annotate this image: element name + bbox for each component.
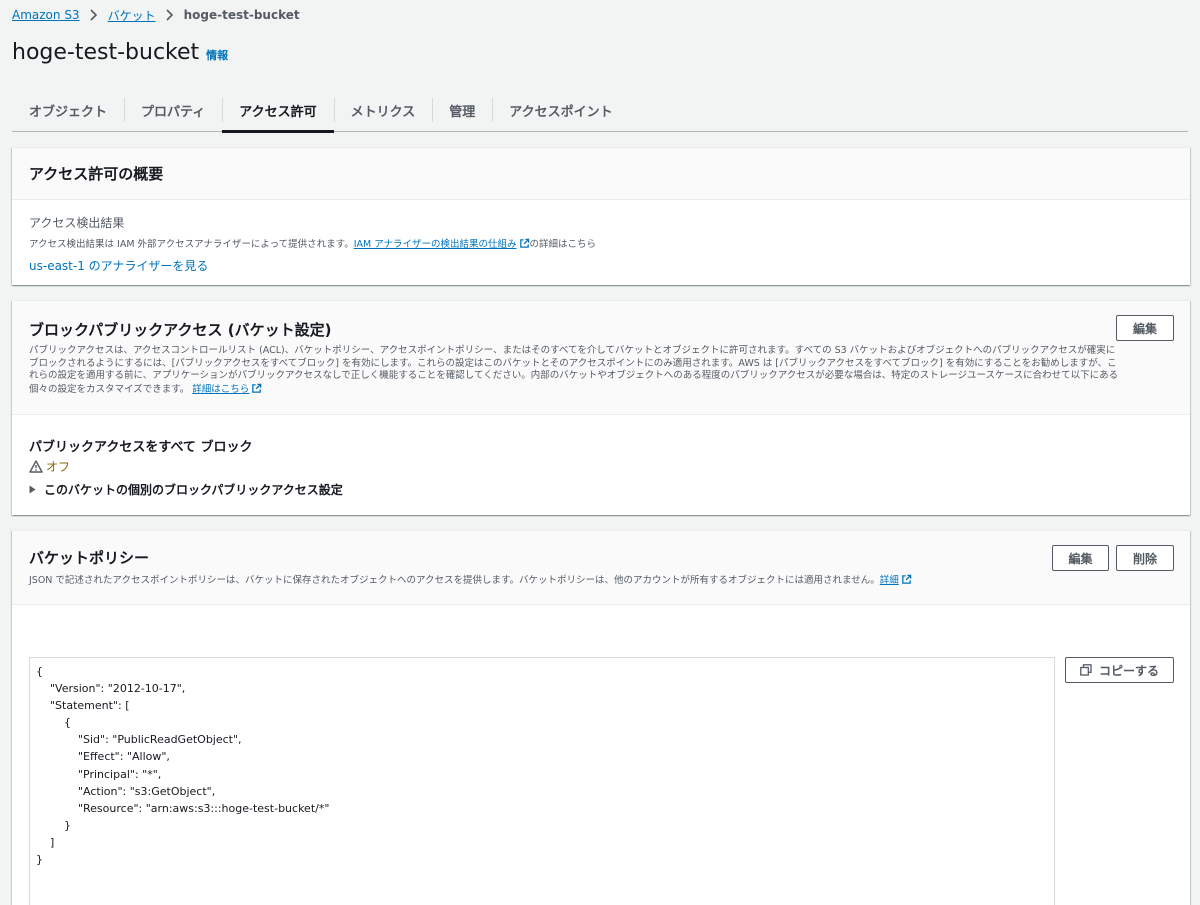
tab-permissions[interactable]: アクセス許可: [222, 88, 334, 133]
panel-header: アクセス許可の概要: [12, 148, 1190, 200]
iam-analyzer-findings-link[interactable]: IAM アナライザーの検出結果の仕組み: [354, 239, 517, 250]
breadcrumb: Amazon S3 バケット hoge-test-bucket: [12, 6, 300, 24]
tab-management[interactable]: 管理: [432, 88, 492, 132]
permissions-overview-panel: アクセス許可の概要 アクセス検出結果 アクセス検出結果は IAM 外部アクセスア…: [12, 147, 1190, 285]
panel-title: バケットポリシー: [29, 549, 150, 567]
copy-button[interactable]: コピーする: [1065, 657, 1174, 683]
external-link-icon: [901, 574, 912, 590]
tab-access-points[interactable]: アクセスポイント: [492, 88, 629, 132]
policy-description-text: JSON で記述されたアクセスポイントポリシーは、バケットに保存されたオブジェク…: [29, 575, 880, 586]
view-analyzer-link[interactable]: us-east-1 のアナライザーを見る: [29, 257, 208, 274]
warning-icon: [29, 460, 43, 473]
policy-json-viewer[interactable]: { "Version": "2012-10-17", "Statement": …: [29, 657, 1055, 905]
external-link-icon: [519, 238, 530, 252]
breadcrumb-current: hoge-test-bucket: [183, 8, 300, 22]
copy-label: コピーする: [1098, 663, 1159, 678]
caret-right-icon: [29, 485, 36, 494]
external-link-icon: [251, 383, 262, 399]
panel-description: JSON で記述されたアクセスポイントポリシーは、バケットに保存されたオブジェク…: [29, 574, 940, 590]
policy-json: { "Version": "2012-10-17", "Statement": …: [36, 665, 330, 867]
edit-button[interactable]: 編集: [1116, 315, 1174, 341]
individual-settings-expander[interactable]: このバケットの個別のブロックパブリックアクセス設定: [29, 481, 1190, 498]
block-public-access-panel: ブロックパブリックアクセス (バケット設定) パブリックアクセスは、アクセスコン…: [12, 300, 1190, 515]
delete-policy-button[interactable]: 削除: [1116, 545, 1174, 571]
info-link[interactable]: 情報: [206, 47, 228, 63]
panel-title: アクセス許可の概要: [29, 165, 164, 183]
page-header: hoge-test-bucket 情報: [12, 40, 228, 65]
tab-objects[interactable]: オブジェクト: [12, 88, 124, 132]
learn-more-link[interactable]: 詳細: [880, 575, 899, 586]
panel-description: パブリックアクセスは、アクセスコントロールリスト (ACL)、バケットポリシー、…: [29, 345, 1120, 398]
status-indicator: オフ: [29, 458, 1190, 475]
access-findings-label: アクセス検出結果: [29, 216, 125, 230]
chevron-right-icon: [80, 9, 108, 21]
learn-more-link[interactable]: 詳細はこちら: [192, 384, 249, 395]
status-text: オフ: [46, 460, 71, 474]
panel-header: バケットポリシー JSON で記述されたアクセスポイントポリシーは、バケットに保…: [12, 531, 1190, 605]
tab-bar: オブジェクト プロパティ アクセス許可 メトリクス 管理 アクセスポイント: [12, 88, 1188, 133]
page-title: hoge-test-bucket: [12, 40, 200, 65]
panel-header: ブロックパブリックアクセス (バケット設定) パブリックアクセスは、アクセスコン…: [12, 301, 1190, 415]
chevron-right-icon: [156, 9, 184, 21]
edit-policy-button[interactable]: 編集: [1052, 545, 1109, 571]
findings-desc-suffix: の詳細はこちら: [529, 239, 597, 250]
tab-metrics[interactable]: メトリクス: [333, 88, 433, 132]
panel-title: ブロックパブリックアクセス (バケット設定): [29, 321, 332, 339]
bucket-policy-panel: バケットポリシー JSON で記述されたアクセスポイントポリシーは、バケットに保…: [12, 530, 1190, 905]
breadcrumb-amazon-s3[interactable]: Amazon S3: [12, 8, 80, 22]
access-findings-description: アクセス検出結果は IAM 外部アクセスアナライザーによって提供されます。IAM…: [29, 236, 1190, 252]
block-all-public-access-label: パブリックアクセスをすべて ブロック: [29, 440, 253, 455]
tab-properties[interactable]: プロパティ: [124, 88, 222, 132]
findings-desc-prefix: アクセス検出結果は IAM 外部アクセスアナライザーによって提供されます。: [29, 239, 354, 250]
breadcrumb-buckets[interactable]: バケット: [108, 7, 156, 24]
expander-label: このバケットの個別のブロックパブリックアクセス設定: [44, 483, 343, 497]
panel-body: パブリックアクセスをすべて ブロック オフ このバケットの個別のブロックパブリッ…: [12, 415, 1190, 498]
copy-icon: [1080, 664, 1092, 676]
panel-body: アクセス検出結果 アクセス検出結果は IAM 外部アクセスアナライザーによって提…: [12, 200, 1190, 274]
